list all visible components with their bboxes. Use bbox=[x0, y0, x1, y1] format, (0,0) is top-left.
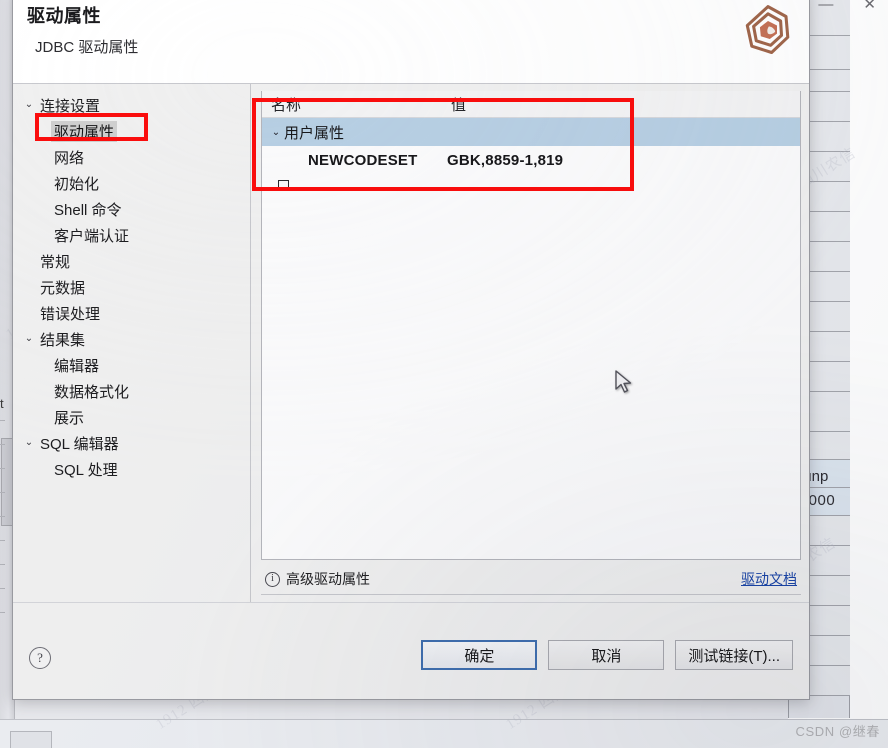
table-cell-value[interactable]: GBK,8859-1,819 bbox=[447, 152, 800, 169]
chevron-down-icon[interactable]: ⌄ bbox=[268, 127, 284, 138]
sidebar-item-label: Shell 命令 bbox=[54, 201, 122, 219]
dialog-footer: ? 确定 取消 测试链接(T)... bbox=[13, 602, 809, 699]
sidebar-item-label: SQL 编辑器 bbox=[40, 435, 119, 453]
settings-tree-sidebar[interactable]: ⌄ 连接设置 驱动属性 网络 初始化 Shell 命令 客户端认证 常规 元数据… bbox=[13, 84, 251, 602]
sidebar-item-label: 客户端认证 bbox=[54, 227, 130, 245]
sidebar-item-driver-properties[interactable]: 驱动属性 bbox=[13, 118, 250, 144]
chevron-down-icon[interactable]: ⌄ bbox=[21, 334, 37, 344]
sidebar-item-network[interactable]: 网络 bbox=[13, 144, 250, 170]
bg-bottom-bar bbox=[0, 719, 888, 748]
dialog-body: ⌄ 连接设置 驱动属性 网络 初始化 Shell 命令 客户端认证 常规 元数据… bbox=[13, 84, 809, 602]
help-button[interactable]: ? bbox=[29, 647, 51, 669]
advanced-driver-properties-row: i 高级驱动属性 驱动文档 bbox=[261, 564, 801, 595]
sidebar-item-label: 错误处理 bbox=[40, 305, 101, 323]
sidebar-item-label: 结果集 bbox=[40, 331, 86, 349]
sidebar-item-shell-commands[interactable]: Shell 命令 bbox=[13, 196, 250, 222]
driver-properties-content: 名称 值 ⌄ 用户属性 NEWCODESET GBK,8859-1,819 i … bbox=[251, 84, 809, 602]
dialog-title: 驱动属性 bbox=[27, 6, 101, 26]
sidebar-item-connection-settings[interactable]: ⌄ 连接设置 bbox=[13, 92, 250, 118]
advanced-properties-label: 高级驱动属性 bbox=[286, 571, 370, 587]
minimize-icon[interactable]: — bbox=[818, 0, 833, 12]
dialog-header: 驱动属性 JDBC 驱动属性 bbox=[13, 0, 809, 84]
window-controls[interactable]: — ✕ bbox=[818, 0, 876, 12]
ok-button[interactable]: 确定 bbox=[421, 640, 538, 670]
screen: t ⌄ ⌄ abcunp 00000 bbox=[0, 0, 888, 748]
table-row[interactable]: NEWCODESET GBK,8859-1,819 bbox=[262, 146, 800, 174]
chevron-down-icon[interactable]: ⌄ bbox=[21, 438, 37, 448]
csdn-watermark: CSDN @继春 bbox=[795, 724, 880, 739]
sidebar-item-client-authentication[interactable]: 客户端认证 bbox=[13, 222, 250, 248]
sidebar-item-editor[interactable]: 编辑器 bbox=[13, 352, 250, 378]
sidebar-item-general[interactable]: 常规 bbox=[13, 248, 250, 274]
table-cell-text: 用户属性 bbox=[284, 124, 345, 142]
test-connection-button[interactable]: 测试链接(T)... bbox=[675, 640, 793, 670]
sidebar-item-metadata[interactable]: 元数据 bbox=[13, 274, 250, 300]
text-caret-artifact bbox=[278, 180, 289, 191]
sidebar-item-label: 数据格式化 bbox=[54, 383, 130, 401]
table-row-user-properties[interactable]: ⌄ 用户属性 bbox=[262, 118, 800, 146]
bg-bottom-tab[interactable] bbox=[10, 731, 52, 748]
dialog-subtitle: JDBC 驱动属性 bbox=[35, 39, 139, 56]
dbeaver-logo-icon bbox=[745, 5, 790, 55]
sidebar-item-sql-processing[interactable]: SQL 处理 bbox=[13, 456, 250, 482]
sidebar-item-data-formatting[interactable]: 数据格式化 bbox=[13, 378, 250, 404]
sidebar-item-label: 元数据 bbox=[40, 279, 86, 297]
driver-documentation-link[interactable]: 驱动文档 bbox=[741, 569, 797, 589]
sidebar-item-label: 初始化 bbox=[54, 175, 100, 193]
chevron-down-icon[interactable]: ⌄ bbox=[21, 100, 37, 110]
sidebar-item-sql-editor[interactable]: ⌄ SQL 编辑器 bbox=[13, 430, 250, 456]
table-cell-name: NEWCODESET bbox=[308, 151, 418, 169]
footer-button-group: 确定 取消 测试链接(T)... bbox=[421, 640, 793, 670]
driver-properties-dialog: 驱动属性 JDBC 驱动属性 ⌄ 连接设置 驱动属性 网络 初始化 Shell … bbox=[12, 0, 810, 700]
sidebar-item-label: SQL 处理 bbox=[54, 461, 118, 479]
sidebar-item-label: 网络 bbox=[54, 149, 85, 167]
table-cell-name: ⌄ 用户属性 bbox=[262, 122, 447, 143]
table-header-row: 名称 值 bbox=[262, 91, 800, 118]
sidebar-item-presentation[interactable]: 展示 bbox=[13, 404, 250, 430]
sidebar-item-result-set[interactable]: ⌄ 结果集 bbox=[13, 326, 250, 352]
driver-properties-table[interactable]: 名称 值 ⌄ 用户属性 NEWCODESET GBK,8859-1,819 bbox=[261, 91, 801, 560]
close-icon[interactable]: ✕ bbox=[863, 0, 876, 12]
sidebar-item-label: 编辑器 bbox=[54, 357, 100, 375]
column-header-value[interactable]: 值 bbox=[447, 94, 800, 115]
sidebar-item-label: 常规 bbox=[40, 253, 71, 271]
bg-left-text: t bbox=[0, 396, 4, 411]
column-header-name[interactable]: 名称 bbox=[262, 94, 447, 115]
info-circle-icon: i bbox=[265, 571, 280, 587]
sidebar-item-label: 展示 bbox=[54, 409, 85, 427]
sidebar-item-error-handling[interactable]: 错误处理 bbox=[13, 300, 250, 326]
sidebar-item-label: 连接设置 bbox=[40, 97, 101, 115]
sidebar-item-initialization[interactable]: 初始化 bbox=[13, 170, 250, 196]
sidebar-item-label: 驱动属性 bbox=[51, 120, 118, 142]
cancel-button[interactable]: 取消 bbox=[548, 640, 665, 670]
